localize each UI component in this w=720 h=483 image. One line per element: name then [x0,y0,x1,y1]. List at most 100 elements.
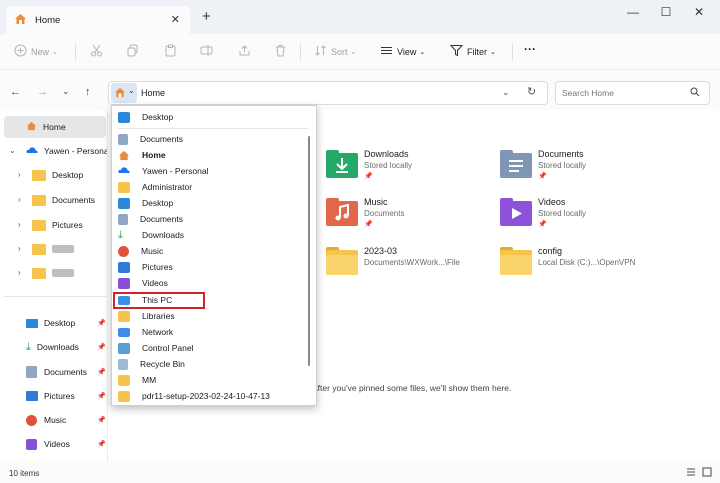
dropdown-item-pdr11-setup[interactable]: pdr11-setup-2023-02-24-10-47-13 [112,388,302,404]
dropdown-item-control-panel[interactable]: Control Panel [112,340,302,356]
videos-icon [26,438,37,450]
sidebar-item-quick-music[interactable]: Music [26,409,66,431]
home-icon [114,87,126,100]
recycle-bin-icon [118,358,128,370]
sidebar-item-label: Desktop [52,170,84,180]
paste-icon[interactable] [164,44,181,57]
sidebar-item-quick-videos[interactable]: Videos [26,433,70,455]
new-tab-button[interactable]: + [202,9,211,24]
filter-button[interactable]: Filter ⌄ [449,44,496,59]
maximize-button[interactable]: ☐ [651,5,681,19]
libraries-icon [118,310,130,322]
share-icon[interactable] [238,44,255,57]
rename-icon[interactable] [200,44,217,57]
expand-chevron-icon[interactable]: › [18,244,21,253]
sidebar-item-label: Music [44,415,67,425]
dropdown-item-label: Control Panel [142,343,194,353]
dropdown-item-onedrive[interactable]: Yawen - Personal [112,163,302,179]
item-name: Music [364,197,388,207]
dropdown-item-libraries[interactable]: Libraries [112,308,302,324]
item-location: Local Disk (C:)...\OpenVPN [538,258,636,267]
pin-icon: 📌 [97,320,106,327]
folder-icon [118,374,130,386]
dropdown-item-label: Documents [140,134,183,144]
item-location: Stored locally [364,161,413,170]
sidebar-item-quick-pictures[interactable]: Pictures [26,385,75,407]
dropdown-item-label: MM [142,375,157,385]
cut-icon[interactable] [90,44,107,57]
sidebar-item-quick-documents[interactable]: Documents [26,361,87,383]
sort-button[interactable]: Sort ⌄ [314,44,356,59]
dropdown-item-home[interactable]: Home [112,147,302,163]
folder-icon [118,390,130,402]
back-arrow-icon[interactable]: ← [10,86,21,98]
close-window-button[interactable]: ✕ [684,5,714,19]
network-icon [118,327,130,337]
sidebar-item-home[interactable]: Home [26,116,66,138]
documents-folder-icon [500,150,532,180]
new-button[interactable]: New ⌄ [14,44,58,59]
address-history-chevron-icon[interactable]: ⌄ [502,87,510,98]
close-tab-icon[interactable]: ✕ [171,13,180,26]
view-button[interactable]: View ⌄ [380,44,425,59]
sidebar-item-onedrive[interactable]: Yawen - Personal [26,140,108,162]
dropdown-item-desktop[interactable]: Desktop [112,195,302,211]
refresh-icon[interactable]: ↻ [527,85,536,98]
sidebar-item-label: Documents [44,367,87,377]
sidebar-item-quick-desktop[interactable]: Desktop [26,312,75,334]
sidebar-item-blurred[interactable] [32,262,74,284]
dropdown-item-documents[interactable]: Documents [112,211,302,227]
music-icon [118,245,129,257]
music-folder-icon [326,198,358,228]
delete-icon[interactable] [274,44,291,57]
chevron-down-icon: ⌄ [490,48,496,56]
sidebar-item-documents[interactable]: Documents [32,189,95,211]
dropdown-item-administrator[interactable]: Administrator [112,179,302,195]
dropdown-item-documents[interactable]: Documents [112,131,302,147]
sidebar-item-blurred[interactable] [32,238,74,260]
dropdown-item-music[interactable]: Music [112,243,302,259]
this-pc-highlight-box [113,292,205,309]
dropdown-scrollbar[interactable] [308,136,310,366]
pin-icon: 📌 [364,173,373,180]
sidebar-item-pictures[interactable]: Pictures [32,214,83,236]
address-dropdown-menu: Desktop Documents Home Yawen - Personal … [111,105,317,406]
dropdown-item-pictures[interactable]: Pictures [112,259,302,275]
command-bar [0,34,720,70]
folder-icon [500,247,532,277]
copy-icon[interactable] [126,44,143,57]
dropdown-item-mm[interactable]: MM [112,372,302,388]
sidebar-item-label: Pictures [44,391,75,401]
details-view-icon[interactable] [686,467,696,479]
expand-chevron-icon[interactable]: › [18,220,21,229]
expand-chevron-icon[interactable]: › [18,170,21,179]
more-options-button[interactable]: ··· [524,42,536,56]
tiles-view-icon[interactable] [702,467,712,479]
dropdown-item-label: Libraries [142,311,175,321]
minimize-button[interactable]: — [618,5,648,19]
item-name: 2023-03 [364,246,398,256]
dropdown-item-downloads[interactable]: ⤓ Downloads [112,227,302,243]
forward-arrow-icon[interactable]: → [37,86,48,98]
downloads-folder-icon [326,150,358,180]
dropdown-item-label: Desktop [142,112,174,122]
sidebar-item-quick-downloads[interactable]: ⤓ Downloads [26,336,79,358]
onedrive-icon [26,146,38,156]
recent-locations-chevron-icon[interactable]: ⌄ [62,86,70,97]
status-bar [0,462,720,483]
address-bar[interactable] [108,81,548,105]
expand-chevron-icon[interactable]: › [18,195,21,204]
sidebar-item-label: Yawen - Personal [44,146,108,156]
up-arrow-icon[interactable]: ↑ [85,86,91,98]
tab-home[interactable]: Home ✕ [6,6,190,34]
sidebar-item-label: Documents [52,195,95,205]
dropdown-item-desktop[interactable]: Desktop [112,109,302,125]
sidebar-item-label: Pictures [52,220,83,230]
sidebar-item-desktop[interactable]: Desktop [32,164,83,186]
dropdown-item-recycle-bin[interactable]: Recycle Bin [112,356,302,372]
expand-chevron-icon[interactable]: ⌄ [9,146,16,155]
expand-chevron-icon[interactable]: › [18,268,21,277]
search-icon[interactable] [690,87,700,99]
dropdown-item-videos[interactable]: Videos [112,275,302,291]
dropdown-item-network[interactable]: Network [112,324,302,340]
